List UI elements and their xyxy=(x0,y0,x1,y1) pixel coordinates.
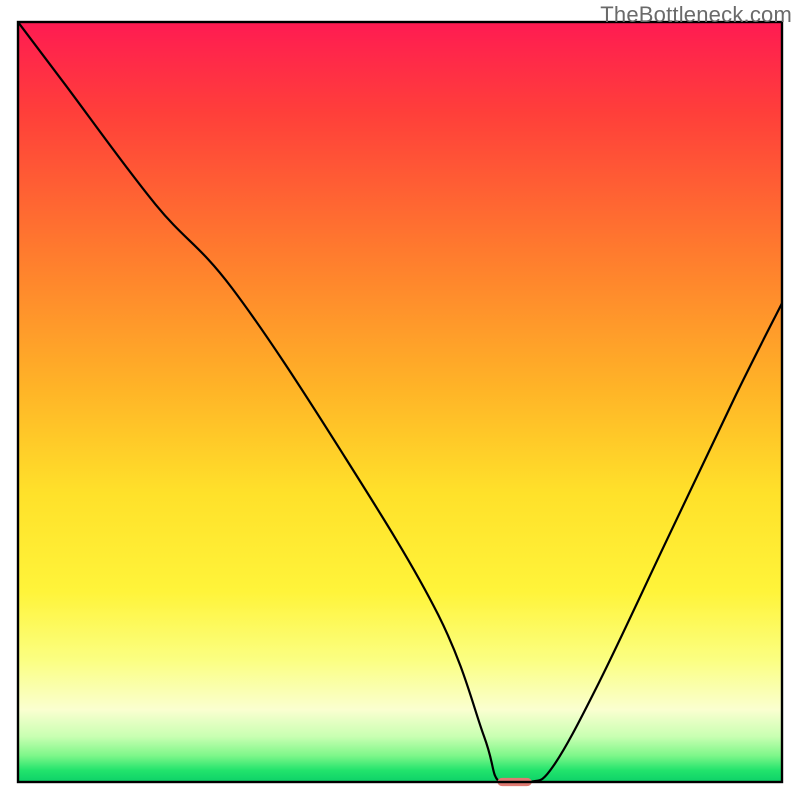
bottleneck-chart xyxy=(0,0,800,800)
chart-background xyxy=(18,22,782,782)
watermark-text: TheBottleneck.com xyxy=(600,2,792,28)
chart-container: TheBottleneck.com xyxy=(0,0,800,800)
